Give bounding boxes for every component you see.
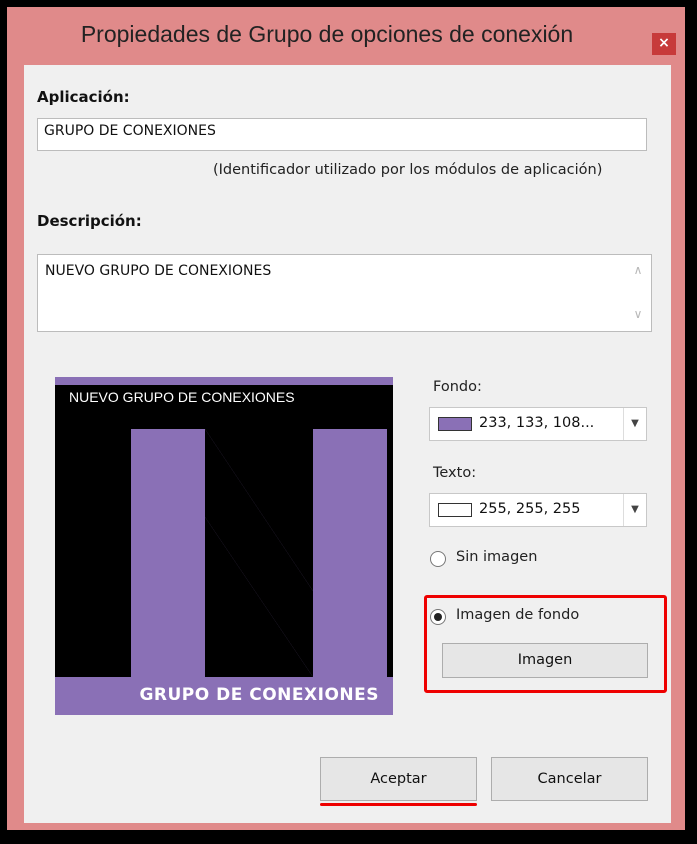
close-button[interactable]: ×: [652, 33, 676, 55]
preview-title: NUEVO GRUPO DE CONEXIONES: [69, 389, 295, 405]
preview-footer: GRUPO DE CONEXIONES: [55, 677, 393, 715]
preview-footer-text: GRUPO DE CONEXIONES: [139, 685, 379, 705]
texto-value: 255, 255, 255: [479, 501, 581, 517]
title-bar[interactable]: Propiedades de Grupo de opciones de cone…: [7, 7, 685, 65]
radio-button-selected[interactable]: [430, 609, 446, 625]
cancel-button[interactable]: Cancelar: [491, 757, 648, 801]
dialog-content: Aplicación: GRUPO DE CONEXIONES (Identif…: [24, 65, 671, 823]
fondo-value: 233, 133, 108...: [479, 415, 595, 431]
group-preview-image: NUEVO GRUPO DE CONEXIONES GRUPO DE CONEX…: [55, 377, 393, 715]
application-label: Aplicación:: [37, 88, 130, 106]
application-hint: (Identificador utilizado por los módulos…: [213, 162, 603, 178]
window-title: Propiedades de Grupo de opciones de cone…: [80, 21, 574, 47]
n-logo-graphic: [55, 377, 393, 677]
radio-imagen-de-fondo[interactable]: Imagen de fondo: [430, 607, 650, 629]
scroll-up-icon[interactable]: ∧: [629, 263, 647, 281]
radio-sin-imagen[interactable]: Sin imagen: [430, 549, 630, 571]
accept-button[interactable]: Aceptar: [320, 757, 477, 801]
chevron-down-icon[interactable]: ▼: [623, 494, 646, 526]
radio-sin-imagen-label: Sin imagen: [456, 549, 538, 565]
fondo-color-select[interactable]: 233, 133, 108... ▼: [429, 407, 647, 441]
dialog-window: Propiedades de Grupo de opciones de cone…: [7, 7, 685, 830]
texto-swatch: [438, 503, 472, 517]
fondo-swatch: [438, 417, 472, 431]
scroll-down-icon[interactable]: ∨: [629, 307, 647, 325]
texto-color-select[interactable]: 255, 255, 255 ▼: [429, 493, 647, 527]
application-input[interactable]: GRUPO DE CONEXIONES: [37, 118, 647, 151]
radio-imagen-de-fondo-label: Imagen de fondo: [456, 607, 580, 623]
fondo-label: Fondo:: [433, 379, 482, 395]
description-label: Descripción:: [37, 212, 142, 230]
radio-button[interactable]: [430, 551, 446, 567]
description-textarea[interactable]: NUEVO GRUPO DE CONEXIONES ∧ ∨: [37, 254, 652, 332]
texto-label: Texto:: [433, 465, 477, 481]
application-input-value: GRUPO DE CONEXIONES: [44, 123, 216, 139]
accept-underline: [320, 803, 477, 806]
chevron-down-icon[interactable]: ▼: [623, 408, 646, 440]
description-value: NUEVO GRUPO DE CONEXIONES: [45, 263, 272, 279]
image-button[interactable]: Imagen: [442, 643, 648, 678]
